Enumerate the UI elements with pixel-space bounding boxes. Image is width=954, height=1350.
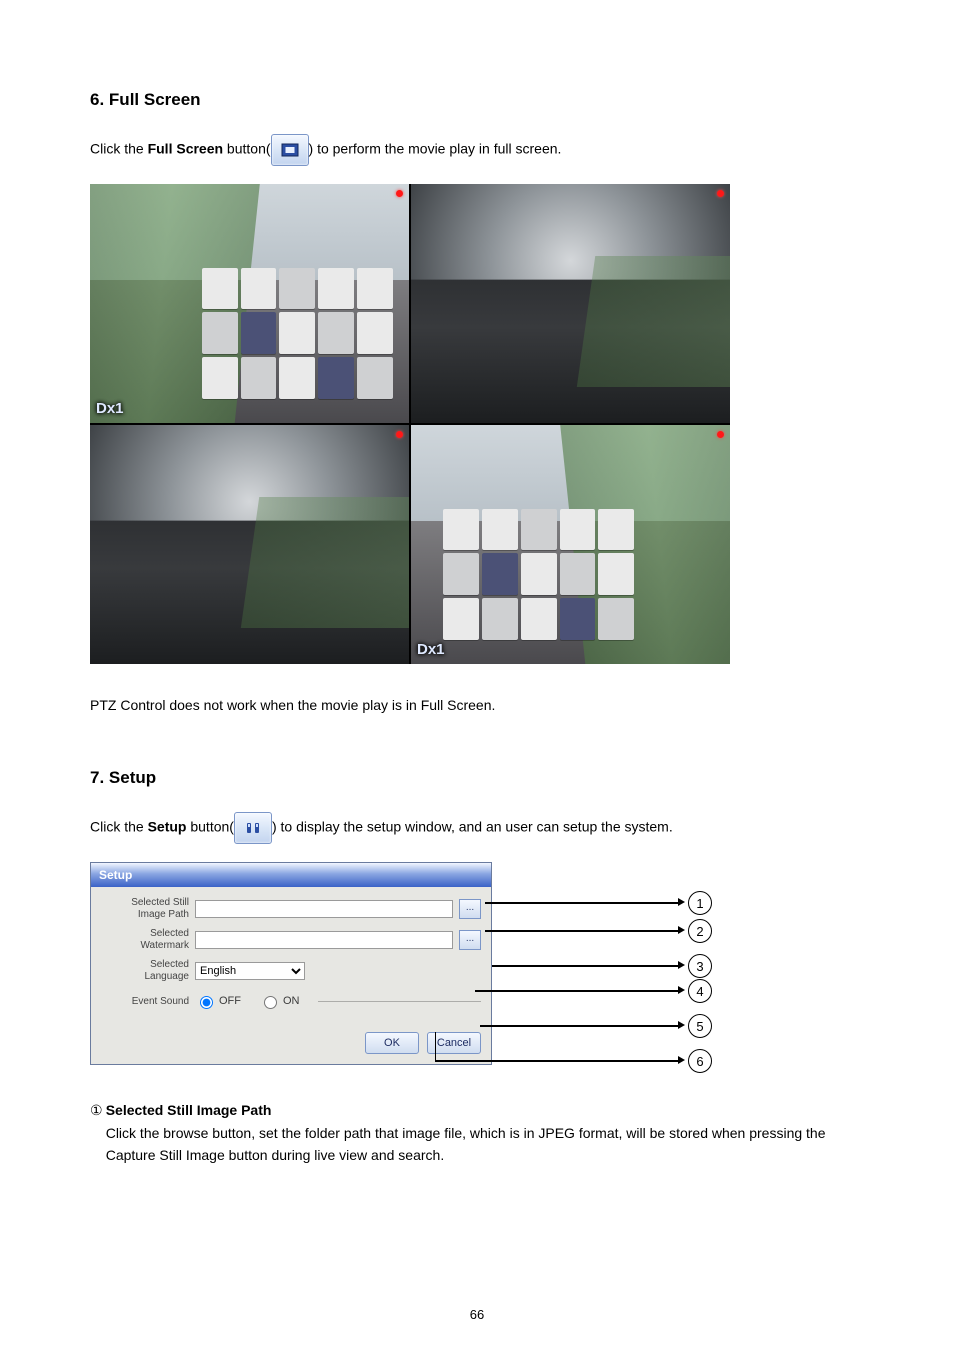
video-pane-1: Dx1 bbox=[90, 184, 409, 423]
record-indicator-icon bbox=[396, 431, 403, 438]
label-language: Selected Language bbox=[101, 959, 195, 982]
event-sound-on-radio[interactable]: ON bbox=[259, 993, 300, 1009]
video-pane-2 bbox=[411, 184, 730, 423]
fullscreen-ptz-note: PTZ Control does not work when the movie… bbox=[90, 694, 864, 716]
setup-callouts: 1 2 3 4 5 6 bbox=[510, 862, 720, 1065]
callout-6: 6 bbox=[688, 1049, 712, 1073]
callout-3: 3 bbox=[688, 954, 712, 978]
browse-watermark-button[interactable]: ... bbox=[459, 930, 481, 950]
callout-1: 1 bbox=[688, 891, 712, 915]
setup-dialog: Setup Selected Still Image Path ... Sele… bbox=[90, 862, 492, 1065]
callout-1-description: ① Selected Still Image Path Click the br… bbox=[90, 1099, 864, 1166]
video-pane-4: Dx1 bbox=[411, 425, 730, 664]
label-still-path: Selected Still Image Path bbox=[101, 897, 195, 920]
setup-dialog-title: Setup bbox=[91, 863, 491, 887]
callout-4: 4 bbox=[688, 979, 712, 1003]
page-number: 66 bbox=[0, 1307, 954, 1322]
label-event-sound: Event Sound bbox=[101, 996, 195, 1008]
ok-button[interactable]: OK bbox=[365, 1032, 419, 1054]
event-sound-off-radio[interactable]: OFF bbox=[195, 993, 241, 1009]
callout-2: 2 bbox=[688, 919, 712, 943]
full-screen-icon bbox=[271, 134, 309, 166]
browse-still-path-button[interactable]: ... bbox=[459, 899, 481, 919]
callout-5: 5 bbox=[688, 1014, 712, 1038]
record-indicator-icon bbox=[396, 190, 403, 197]
record-indicator-icon bbox=[717, 431, 724, 438]
fullscreen-desc: Click the Full Screen button( ) to perfo… bbox=[90, 134, 864, 166]
section-title-setup: 7. Setup bbox=[90, 768, 864, 788]
record-indicator-icon bbox=[717, 190, 724, 197]
setup-desc: Click the Setup button( ) to display the… bbox=[90, 812, 864, 844]
video-pane-3 bbox=[90, 425, 409, 664]
setup-icon bbox=[234, 812, 272, 844]
pane-zoom-label: Dx1 bbox=[417, 641, 445, 658]
fullscreen-quad-view: Dx1 Dx1 bbox=[90, 184, 730, 664]
watermark-input[interactable] bbox=[195, 931, 453, 949]
section-title-fullscreen: 6. Full Screen bbox=[90, 90, 864, 110]
label-watermark: Selected Watermark bbox=[101, 928, 195, 951]
language-select[interactable]: English bbox=[195, 962, 305, 980]
still-path-input[interactable] bbox=[195, 900, 453, 918]
pane-zoom-label: Dx1 bbox=[96, 400, 124, 417]
